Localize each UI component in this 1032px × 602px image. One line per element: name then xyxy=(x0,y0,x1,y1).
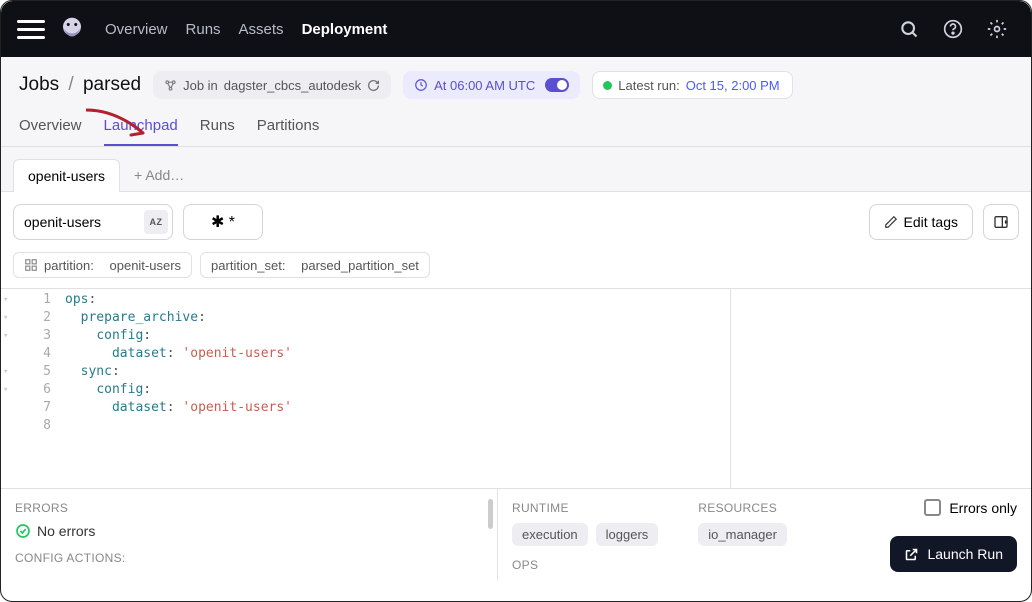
grid-icon xyxy=(24,258,38,272)
scaffold-missing-button[interactable]: ✱ * xyxy=(183,204,263,240)
panel-right-icon xyxy=(993,214,1009,230)
partition-tag-value: openit-users xyxy=(110,258,182,273)
tags-row: partition: openit-users partition_set: p… xyxy=(1,252,1031,288)
latest-run-chip[interactable]: Latest run: Oct 15, 2:00 PM xyxy=(592,71,792,99)
partition-set-tag-key: partition_set: xyxy=(211,258,285,273)
nav-overview[interactable]: Overview xyxy=(105,21,168,38)
runtime-chip-execution[interactable]: execution xyxy=(512,523,588,546)
errors-panel: ERRORS No errors CONFIG ACTIONS: xyxy=(1,489,498,580)
partition-tag-key: partition: xyxy=(44,258,94,273)
runtime-panel: Errors only RUNTIME execution loggers RE… xyxy=(498,489,1031,580)
dagster-logo-icon[interactable] xyxy=(57,14,87,44)
launchpad-toolbar: AZ ✱ * Edit tags xyxy=(1,192,1031,252)
schedule-chip[interactable]: At 06:00 AM UTC xyxy=(403,71,580,99)
latest-run-prefix: Latest run: xyxy=(618,78,679,93)
schedule-label: At 06:00 AM UTC xyxy=(434,78,535,93)
sub-header: Jobs / parsed Job in dagster_cbcs_autode… xyxy=(1,57,1031,147)
latest-run-time: Oct 15, 2:00 PM xyxy=(686,78,780,93)
code-location-prefix: Job in xyxy=(183,78,218,93)
nav-assets[interactable]: Assets xyxy=(239,21,284,38)
refresh-icon[interactable] xyxy=(367,79,380,92)
runtime-title: RUNTIME xyxy=(512,501,658,515)
pencil-icon xyxy=(884,215,898,229)
editor-gutter: ▾1 ▾2 ▾3 4 ▾5 ▾6 7 8 xyxy=(1,289,59,488)
external-link-icon xyxy=(904,547,919,562)
nav-runs[interactable]: Runs xyxy=(186,21,221,38)
errors-only-toggle[interactable]: Errors only xyxy=(924,499,1017,516)
edit-tags-label: Edit tags xyxy=(904,214,958,230)
breadcrumb: Jobs / parsed xyxy=(19,74,141,96)
tab-runs[interactable]: Runs xyxy=(200,117,235,146)
top-nav-bar: Overview Runs Assets Deployment xyxy=(1,1,1031,57)
settings-icon[interactable] xyxy=(979,11,1015,47)
clock-icon xyxy=(414,78,428,92)
collapse-panel-button[interactable] xyxy=(983,204,1019,240)
partition-set-tag[interactable]: partition_set: parsed_partition_set xyxy=(200,252,430,278)
errors-only-label: Errors only xyxy=(949,500,1017,516)
nav-deployment[interactable]: Deployment xyxy=(302,21,388,38)
resource-chip-io-manager[interactable]: io_manager xyxy=(698,523,787,546)
launch-run-label: Launch Run xyxy=(927,546,1003,562)
errors-only-checkbox[interactable] xyxy=(924,499,941,516)
preset-tab-add[interactable]: + Add… xyxy=(120,159,198,192)
launchpad-body: openit-users + Add… AZ ✱ * Edit tags par… xyxy=(1,147,1031,580)
launch-run-button[interactable]: Launch Run xyxy=(890,536,1017,572)
runtime-chip-loggers[interactable]: loggers xyxy=(596,523,659,546)
help-icon[interactable] xyxy=(935,11,971,47)
status-success-dot xyxy=(603,81,612,90)
preset-tab-active[interactable]: openit-users xyxy=(13,159,120,192)
editor-code-area[interactable]: ops: prepare_archive: config: dataset: '… xyxy=(59,289,731,488)
sub-tabs: Overview Launchpad Runs Partitions xyxy=(19,117,1013,146)
editor-right-panel xyxy=(731,289,1031,488)
preset-name-input[interactable] xyxy=(24,214,144,230)
breadcrumb-current: parsed xyxy=(83,74,141,95)
sort-az-button[interactable]: AZ xyxy=(144,210,168,234)
preset-tabs: openit-users + Add… xyxy=(1,147,1031,192)
code-location-name: dagster_cbcs_autodesk xyxy=(224,78,361,93)
edit-tags-button[interactable]: Edit tags xyxy=(869,204,973,240)
config-editor: ▾1 ▾2 ▾3 4 ▾5 ▾6 7 8 ops: prepare_archiv… xyxy=(1,288,1031,488)
topbar-right xyxy=(891,11,1015,47)
preset-name-input-wrapper: AZ xyxy=(13,204,173,240)
breadcrumb-root[interactable]: Jobs xyxy=(19,74,59,95)
tab-overview[interactable]: Overview xyxy=(19,117,82,146)
scroll-thumb[interactable] xyxy=(488,499,493,529)
search-icon[interactable] xyxy=(891,11,927,47)
graph-icon xyxy=(164,79,177,92)
no-errors-row: No errors xyxy=(15,523,483,539)
code-location-chip[interactable]: Job in dagster_cbcs_autodesk xyxy=(153,71,391,99)
partition-tag[interactable]: partition: openit-users xyxy=(13,252,192,278)
bottom-panel: ERRORS No errors CONFIG ACTIONS: Errors … xyxy=(1,488,1031,580)
config-actions-title: CONFIG ACTIONS: xyxy=(15,551,483,565)
tab-launchpad[interactable]: Launchpad xyxy=(104,117,178,146)
resources-title: RESOURCES xyxy=(698,501,787,515)
hamburger-menu-icon[interactable] xyxy=(17,15,45,43)
check-circle-icon xyxy=(15,523,31,539)
no-errors-text: No errors xyxy=(37,523,95,539)
errors-title: ERRORS xyxy=(15,501,483,515)
tab-partitions[interactable]: Partitions xyxy=(257,117,320,146)
partition-set-tag-value: parsed_partition_set xyxy=(301,258,419,273)
schedule-toggle[interactable] xyxy=(545,78,569,92)
nav-links: Overview Runs Assets Deployment xyxy=(105,21,387,38)
